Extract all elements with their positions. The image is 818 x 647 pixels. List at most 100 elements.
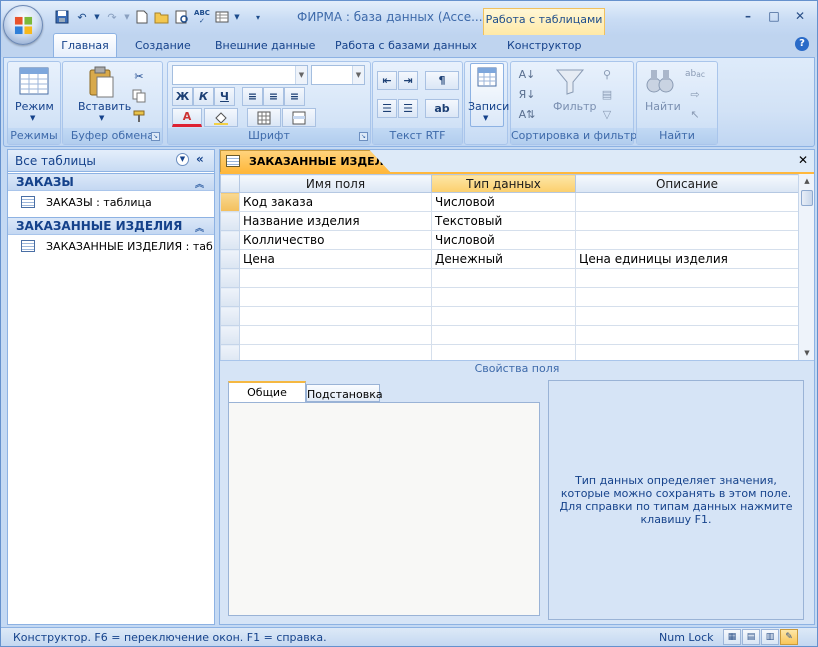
records-icon[interactable] <box>477 67 497 90</box>
tab-general[interactable]: Общие <box>228 381 306 403</box>
fill-color-icon[interactable] <box>204 108 238 127</box>
table-row[interactable]: Колличество Числовой <box>220 230 798 250</box>
datasheet-view-icon[interactable]: ▦ <box>723 629 741 645</box>
collapse-icon[interactable]: ︽ <box>195 221 204 234</box>
tab-lookup[interactable]: Подстановка <box>306 384 383 402</box>
undo-icon[interactable]: ↶ <box>73 8 91 26</box>
description-cell[interactable]: Цена единицы изделия <box>575 249 798 269</box>
field-name-cell[interactable]: Код заказа <box>239 192 432 212</box>
scroll-up-icon[interactable]: ▲ <box>800 174 814 188</box>
spelling-icon[interactable]: ABC ✓ <box>193 8 211 26</box>
customize-qat-icon[interactable]: ▾ <box>251 8 265 26</box>
data-type-cell[interactable]: Текстовый <box>431 211 576 231</box>
paste-button[interactable]: Вставить <box>78 100 131 113</box>
nav-group-ordered-items[interactable]: ЗАКАЗАННЫЕ ИЗДЕЛИЯ ︽ <box>8 217 214 235</box>
font-name-combo[interactable]: ▼ <box>172 65 308 85</box>
field-name-cell[interactable] <box>239 306 432 326</box>
row-selector-primary-key[interactable] <box>220 192 240 212</box>
tab-create[interactable]: Создание <box>135 35 191 57</box>
data-type-cell[interactable]: Числовой <box>431 192 576 212</box>
table-row[interactable] <box>220 287 798 307</box>
pivot-chart-view-icon[interactable]: ▥ <box>761 629 779 645</box>
data-type-cell[interactable] <box>431 306 576 326</box>
shutter-bar-close-icon[interactable]: « <box>196 152 204 166</box>
clear-sort-icon[interactable]: A⇅ <box>519 106 536 122</box>
table-row[interactable] <box>220 306 798 326</box>
row-selector[interactable] <box>220 344 240 360</box>
field-name-cell[interactable]: Колличество <box>239 230 432 250</box>
highlight-icon[interactable]: ab <box>425 99 459 118</box>
close-document-icon[interactable]: ✕ <box>798 153 808 167</box>
paste-icon[interactable] <box>87 65 115 102</box>
description-cell[interactable] <box>575 306 798 326</box>
table-row[interactable]: Код заказа Числовой <box>220 192 798 212</box>
goto-icon[interactable]: ⇨ <box>687 86 703 102</box>
replace-icon[interactable]: ab ac <box>685 66 705 82</box>
design-view-icon[interactable]: ✎ <box>780 629 798 645</box>
align-left-icon[interactable]: ≡ <box>242 87 263 106</box>
column-header-description[interactable]: Описание <box>575 174 798 193</box>
sort-descending-icon[interactable]: Я↓ <box>519 86 536 102</box>
table-row[interactable]: Цена Денежный Цена единицы изделия <box>220 249 798 269</box>
view-mode-dropdown-icon[interactable]: ▼ <box>30 114 35 122</box>
field-name-cell[interactable]: Название изделия <box>239 211 432 231</box>
cut-icon[interactable]: ✂ <box>131 68 147 84</box>
tab-home[interactable]: Главная <box>53 33 117 57</box>
description-cell[interactable] <box>575 211 798 231</box>
tab-designer[interactable]: Конструктор <box>507 35 581 57</box>
grid-corner[interactable] <box>220 174 240 193</box>
row-selector[interactable] <box>220 268 240 288</box>
description-cell[interactable] <box>575 192 798 212</box>
copy-icon[interactable] <box>131 88 147 104</box>
underline-button[interactable]: Ч <box>214 87 235 106</box>
font-launcher-icon[interactable]: ↘ <box>359 132 368 141</box>
row-selector[interactable] <box>220 325 240 345</box>
view-dropdown-icon[interactable]: ▼ <box>233 8 241 26</box>
view-mode-button[interactable]: Режим <box>15 100 54 113</box>
align-center-icon[interactable]: ≡ <box>263 87 284 106</box>
description-cell[interactable] <box>575 344 798 360</box>
description-cell[interactable] <box>575 325 798 345</box>
field-name-cell[interactable]: Цена <box>239 249 432 269</box>
column-header-data-type[interactable]: Тип данных <box>431 174 576 193</box>
align-right-icon[interactable]: ≡ <box>284 87 305 106</box>
data-type-cell[interactable]: Денежный <box>431 249 576 269</box>
bullet-list-icon[interactable]: ☰ <box>398 99 418 118</box>
field-name-cell[interactable] <box>239 344 432 360</box>
collapse-icon[interactable]: ︽ <box>195 177 204 190</box>
scroll-down-icon[interactable]: ▼ <box>800 346 814 360</box>
new-icon[interactable] <box>133 8 151 26</box>
row-selector[interactable] <box>220 306 240 326</box>
scroll-thumb[interactable] <box>801 190 813 206</box>
description-cell[interactable] <box>575 268 798 288</box>
save-icon[interactable] <box>53 8 71 26</box>
records-button[interactable]: Записи <box>468 100 509 113</box>
clipboard-launcher-icon[interactable]: ↘ <box>151 132 160 141</box>
advanced-filter-icon[interactable]: ▤ <box>599 86 615 102</box>
open-icon[interactable] <box>153 8 171 26</box>
view-mode-icon[interactable] <box>18 66 50 98</box>
undo-dropdown-icon[interactable]: ▼ <box>93 8 101 26</box>
tab-external-data[interactable]: Внешние данные <box>215 35 315 57</box>
data-type-cell[interactable] <box>431 344 576 360</box>
row-selector[interactable] <box>220 287 240 307</box>
minimize-icon[interactable]: – <box>735 7 761 25</box>
table-row[interactable]: Название изделия Текстовый <box>220 211 798 231</box>
field-name-cell[interactable] <box>239 268 432 288</box>
row-selector[interactable] <box>220 230 240 250</box>
print-preview-icon[interactable] <box>173 8 191 26</box>
increase-indent-icon[interactable]: ⇥ <box>398 71 418 90</box>
data-type-cell[interactable] <box>431 325 576 345</box>
grid-vertical-scrollbar[interactable]: ▲ ▼ <box>798 174 814 360</box>
data-type-cell[interactable] <box>431 268 576 288</box>
nav-group-orders[interactable]: ЗАКАЗЫ ︽ <box>8 173 214 191</box>
table-row[interactable] <box>220 268 798 288</box>
table-row[interactable] <box>220 325 798 345</box>
gridlines-icon[interactable] <box>247 108 281 127</box>
office-button[interactable] <box>3 5 43 45</box>
numbered-list-icon[interactable]: ☰ <box>377 99 397 118</box>
field-name-cell[interactable] <box>239 287 432 307</box>
filter-icon[interactable] <box>555 66 585 99</box>
selection-filter-icon[interactable]: ⚲ <box>599 66 615 82</box>
description-cell[interactable] <box>575 287 798 307</box>
